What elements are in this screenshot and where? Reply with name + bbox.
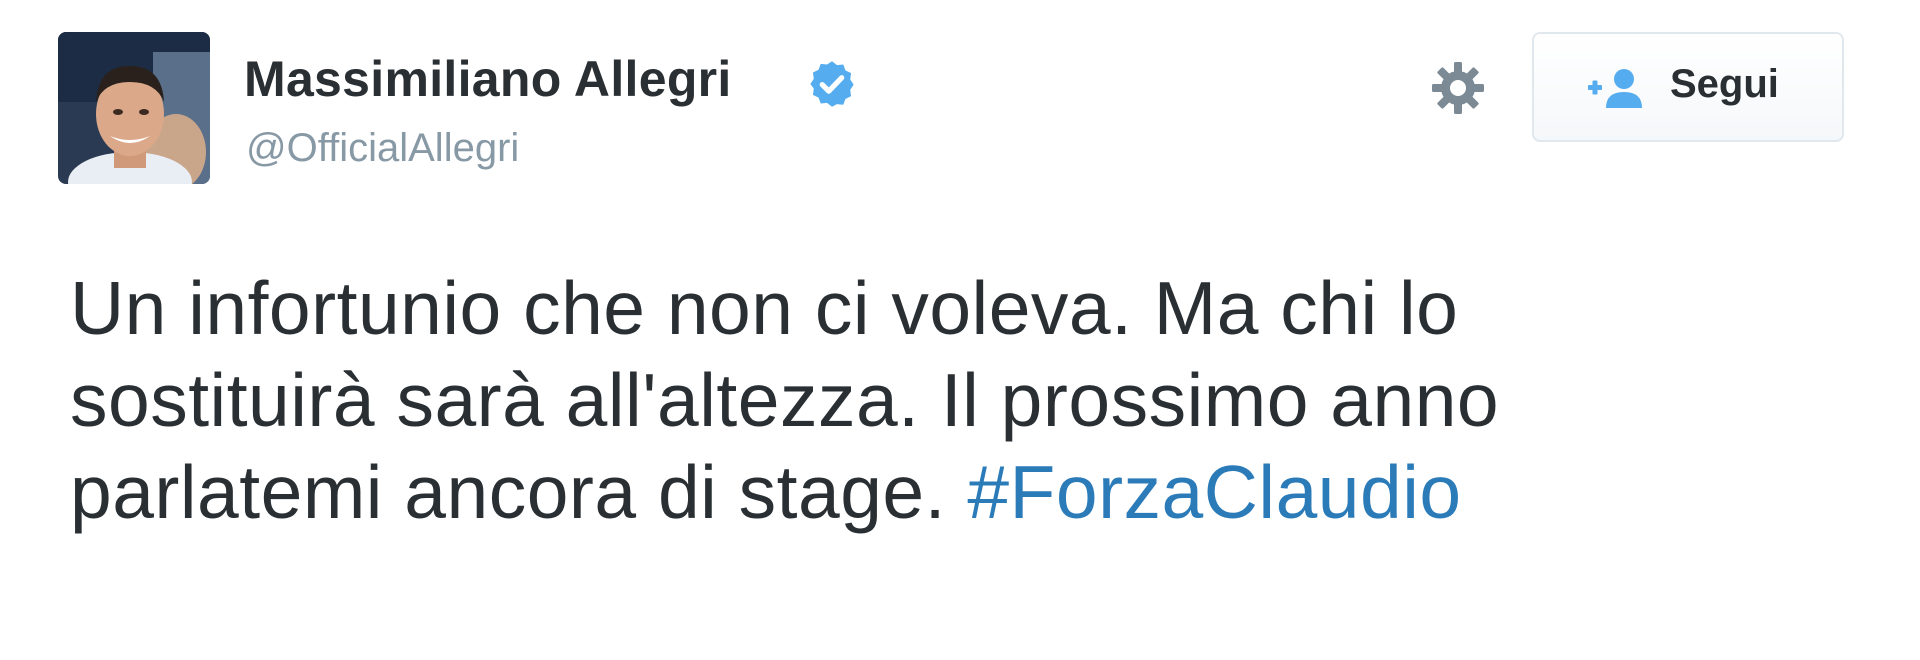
tweet-text-segment: parlatemi ancora di stage.	[70, 450, 968, 534]
tweet-text: Un infortunio che non ci voleva. Ma chi …	[70, 262, 1830, 538]
gear-icon[interactable]	[1428, 58, 1488, 118]
tweet-text-line: parlatemi ancora di stage. #ForzaClaudio	[70, 446, 1830, 538]
tweet-text-line: sostituirà sarà all'altezza. Il prossimo…	[70, 358, 1500, 442]
follow-button-label: Segui	[1670, 62, 1779, 106]
tweet-card: Massimiliano Allegri @OfficialAllegri Se…	[0, 0, 1920, 660]
avatar-image	[58, 32, 210, 184]
tweet-text-line: Un infortunio che non ci voleva. Ma chi …	[70, 266, 1459, 350]
verified-badge-icon	[810, 61, 854, 107]
user-handle[interactable]: @OfficialAllegri	[246, 126, 519, 171]
add-user-icon	[1588, 69, 1642, 108]
follow-button[interactable]: Segui	[1532, 32, 1844, 142]
display-name[interactable]: Massimiliano Allegri	[244, 50, 732, 108]
avatar[interactable]	[58, 32, 210, 184]
hashtag-link[interactable]: #ForzaClaudio	[967, 450, 1461, 534]
